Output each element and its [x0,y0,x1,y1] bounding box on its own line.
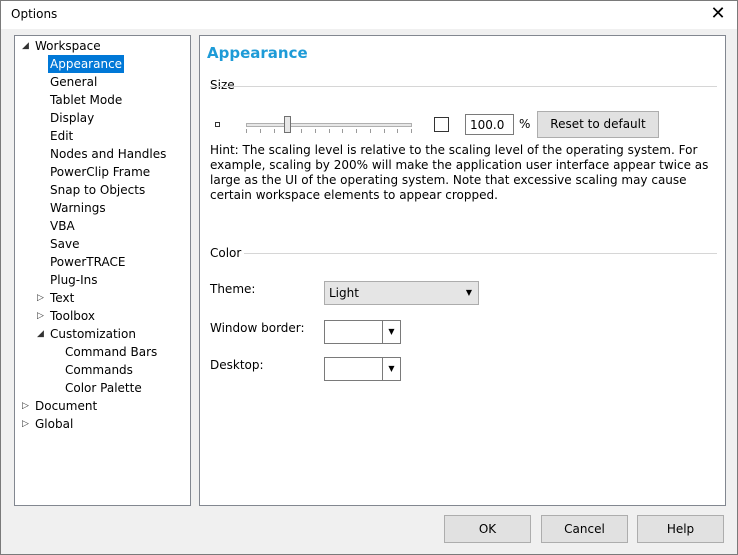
help-button-label: Help [666,522,695,536]
desktop-color-picker[interactable]: ▼ [324,357,401,381]
appearance-panel: Appearance Size % Reset to default Hint:… [199,35,726,506]
tree-item-document[interactable]: Document [33,397,99,415]
slider-tick [411,129,412,133]
slider-tick [301,129,302,133]
collapsed-arrow-icon[interactable]: ▷ [37,289,47,307]
tree-item-customization[interactable]: Customization [48,325,138,343]
slider-tick [260,129,261,133]
ok-button-label: OK [478,522,497,536]
tree-item-nodes-and-handles[interactable]: Nodes and Handles [48,145,168,163]
slider-tick [384,129,385,133]
desktop-label: Desktop: [210,358,264,372]
percent-sign: % [519,117,531,131]
window-border-label: Window border: [210,321,305,335]
tree-item-color-palette[interactable]: Color Palette [63,379,144,397]
tree-item-vba[interactable]: VBA [48,217,77,235]
reset-button-label: Reset to default [550,117,646,131]
small-scale-icon [215,122,220,127]
tree-item-text[interactable]: Text [48,289,76,307]
slider-tick [397,129,398,133]
theme-value: Light [329,286,359,300]
size-section-label: Size [210,78,235,92]
slider-tick [356,129,357,133]
tree-item-command-bars[interactable]: Command Bars [63,343,159,361]
tree-item-workspace[interactable]: Workspace [33,37,103,55]
tree-item-snap-to-objects[interactable]: Snap to Objects [48,181,147,199]
color-section-divider [244,253,717,254]
scale-slider[interactable] [246,116,412,134]
tree-item-plug-ins[interactable]: Plug-Ins [48,271,100,289]
ok-button[interactable]: OK [444,515,531,543]
window-title: Options [11,7,58,21]
collapsed-arrow-icon[interactable]: ▷ [22,397,32,415]
expanded-arrow-icon[interactable]: ◢ [22,37,32,55]
close-icon[interactable]: ✕ [705,3,731,25]
tree-item-save[interactable]: Save [48,235,81,253]
chevron-down-icon[interactable]: ▼ [382,358,400,380]
theme-dropdown[interactable]: Light ▼ [324,281,479,305]
slider-tick [246,129,247,133]
tree-item-powertrace[interactable]: PowerTRACE [48,253,127,271]
size-section-divider [210,86,717,87]
tree-item-edit[interactable]: Edit [48,127,75,145]
page-title: Appearance [207,44,308,62]
expanded-arrow-icon[interactable]: ◢ [37,325,47,343]
color-section-label: Color [210,246,242,260]
chevron-down-icon[interactable]: ▼ [382,321,400,343]
cancel-button[interactable]: Cancel [541,515,628,543]
tree-item-appearance[interactable]: Appearance [48,55,125,73]
scale-input[interactable] [465,114,514,135]
tree-item-warnings[interactable]: Warnings [48,199,108,217]
theme-label: Theme: [210,282,256,296]
slider-tick [370,129,371,133]
slider-thumb[interactable] [284,116,291,133]
slider-track [246,123,412,127]
slider-tick [342,129,343,133]
tree-item-tablet-mode[interactable]: Tablet Mode [48,91,124,109]
options-dialog: Options ✕ ◢ Workspace Appearance General Tab… [0,0,738,555]
title-bar: Options ✕ [1,1,737,29]
options-tree[interactable]: ◢ Workspace Appearance General Tablet Mode Di… [14,35,191,506]
tree-item-global[interactable]: Global [33,415,75,433]
tree-item-commands[interactable]: Commands [63,361,135,379]
slider-tick [329,129,330,133]
collapsed-arrow-icon[interactable]: ▷ [22,415,32,433]
tree-item-display[interactable]: Display [48,109,96,127]
reset-to-default-button[interactable]: Reset to default [537,111,659,138]
collapsed-arrow-icon[interactable]: ▷ [37,307,47,325]
window-border-color-picker[interactable]: ▼ [324,320,401,344]
slider-tick [274,129,275,133]
slider-ticks [246,129,412,134]
tree-item-toolbox[interactable]: Toolbox [48,307,97,325]
tree-item-powerclip-frame[interactable]: PowerClip Frame [48,163,152,181]
help-button[interactable]: Help [637,515,724,543]
chevron-down-icon: ▼ [465,288,473,297]
cancel-button-label: Cancel [564,522,605,536]
scaling-hint: Hint: The scaling level is relative to t… [210,143,709,202]
tree-item-general[interactable]: General [48,73,99,91]
scale-checkbox[interactable] [434,117,449,132]
slider-tick [315,129,316,133]
